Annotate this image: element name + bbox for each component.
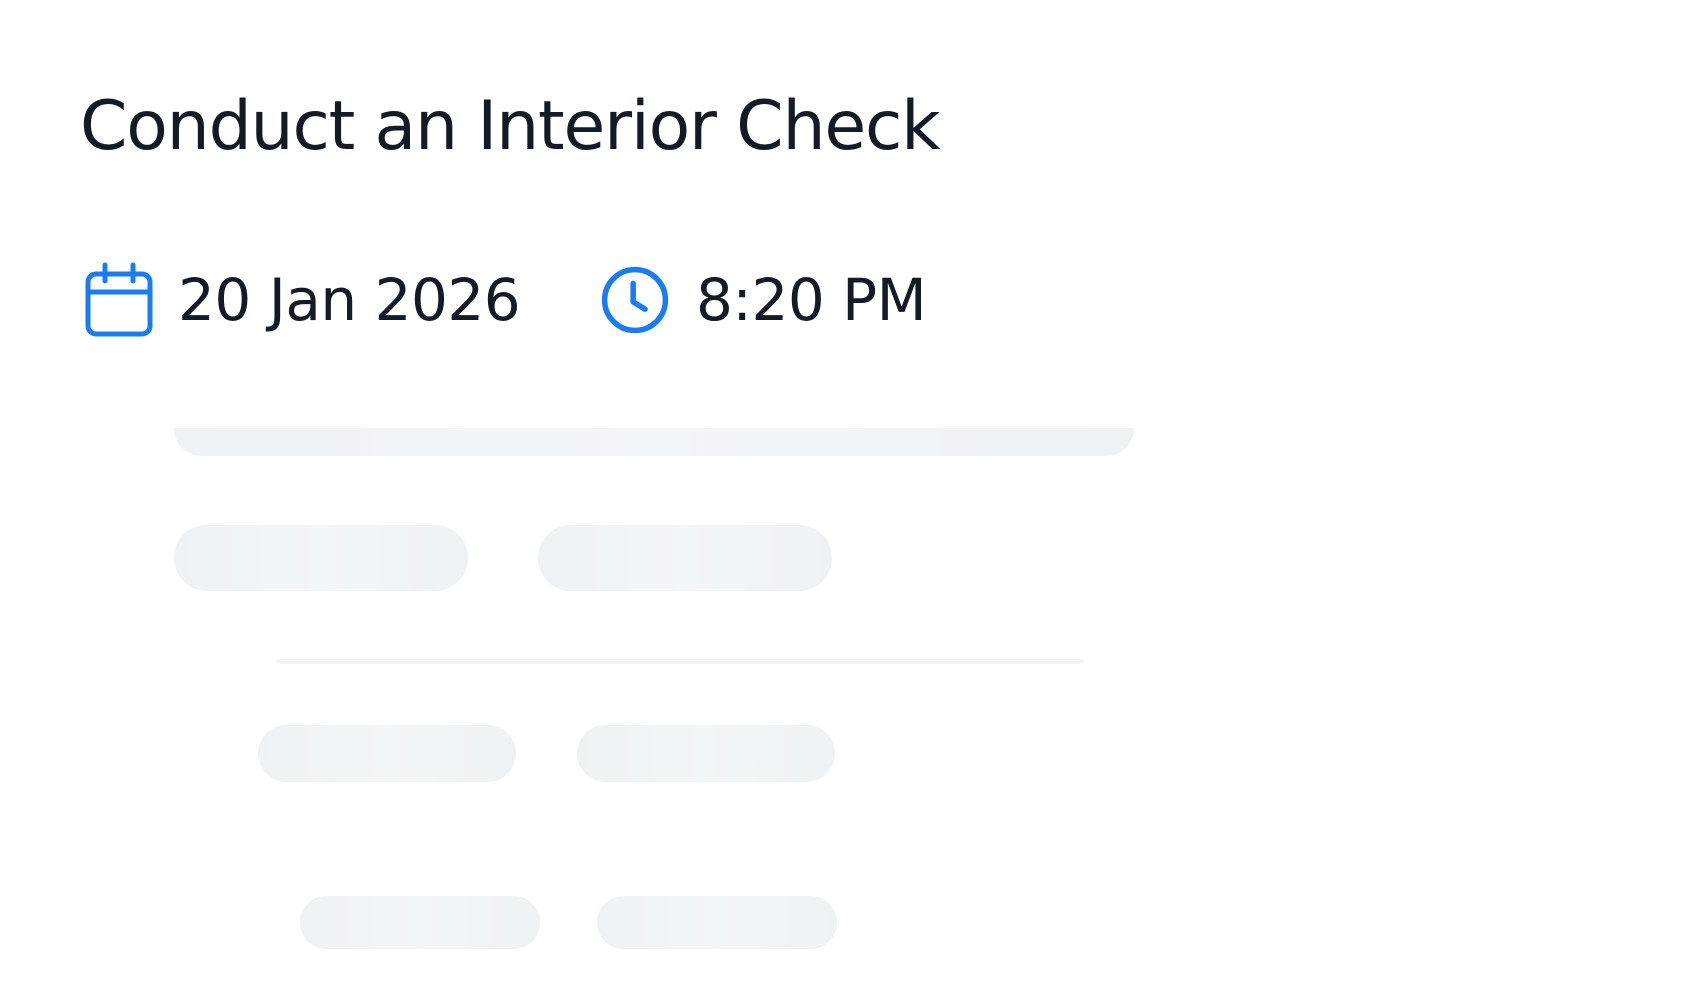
- task-time: 8:20 PM: [600, 262, 927, 338]
- task-date: 20 Jan 2026: [84, 262, 521, 338]
- skeleton-divider: [276, 659, 1084, 664]
- skeleton-pill: [597, 896, 837, 949]
- skeleton-pill: [174, 525, 468, 591]
- skeleton-pill: [258, 725, 516, 782]
- task-date-text: 20 Jan 2026: [178, 266, 521, 334]
- clock-icon: [600, 262, 670, 338]
- task-time-text: 8:20 PM: [696, 266, 927, 334]
- skeleton-pill: [300, 896, 540, 949]
- skeleton-pill: [577, 725, 835, 782]
- skeleton-header-band: [174, 428, 1134, 456]
- calendar-icon: [84, 262, 154, 338]
- page-title: Conduct an Interior Check: [80, 87, 941, 166]
- skeleton-pill: [538, 525, 832, 591]
